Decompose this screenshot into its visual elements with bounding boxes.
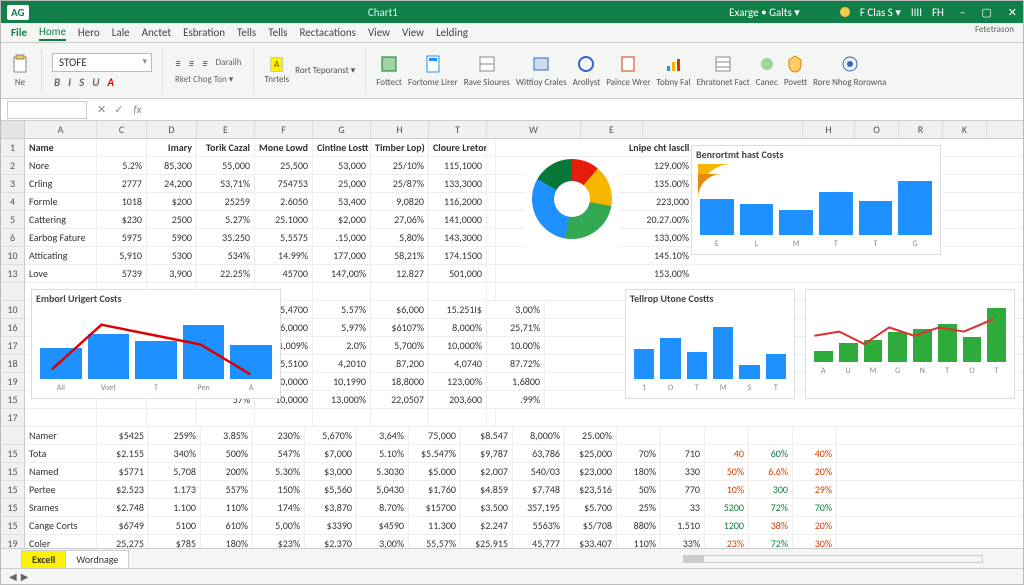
grp-wittioy[interactable]: Wittioy Crales	[516, 53, 567, 88]
name-box[interactable]	[7, 101, 87, 119]
col-headers: A C D E F G H T W E H O R K	[25, 121, 1023, 139]
paste-icon[interactable]	[9, 53, 31, 75]
title-bar: AG Chart1 Exarge • Galts ▾ F Clas S ▾ II…	[1, 1, 1023, 23]
tab-view[interactable]: View	[368, 26, 390, 39]
grp-arollyst[interactable]: Arollyst	[573, 53, 601, 88]
tab-rectacations[interactable]: Rectacations	[299, 26, 355, 39]
tab-home[interactable]: Home	[39, 25, 66, 41]
tab-lale[interactable]: Lale	[112, 26, 130, 39]
sheet-tab-excell[interactable]: Excell	[21, 550, 66, 568]
grp-paince[interactable]: Paince Wrer	[606, 53, 650, 88]
chart-green[interactable]: AUMGNTOT	[805, 289, 1015, 399]
maximize-icon[interactable]: ▢	[981, 6, 991, 19]
highlight-icon[interactable]: A	[270, 57, 283, 72]
bold-button[interactable]: B	[52, 76, 62, 89]
close-icon[interactable]: ✕	[1008, 6, 1017, 19]
grp-tobny[interactable]: Tobny Fal	[656, 53, 690, 88]
sheet-tab-wordnage[interactable]: Wordnage	[65, 550, 129, 568]
grp-povett[interactable]: Povett	[784, 53, 807, 88]
tab-anctet[interactable]: Anctet	[142, 26, 171, 39]
tab-tells[interactable]: Tells	[237, 26, 256, 39]
tab-hero[interactable]: Hero	[78, 26, 100, 39]
align-center-icon[interactable]: ≡	[186, 57, 195, 70]
formula-bar: ✕ ✓ fx	[1, 99, 1023, 121]
align-left-icon[interactable]: ≡	[173, 57, 182, 70]
font-color-icon[interactable]: A	[105, 76, 116, 89]
qat-badge: AG	[7, 5, 29, 20]
grp-rore[interactable]: Rore Nhog Rorowna	[813, 53, 886, 88]
doc-title: Chart1	[37, 6, 730, 19]
tab-esbration[interactable]: Esbration	[183, 26, 225, 39]
select-all-corner[interactable]	[1, 121, 24, 139]
tab-view2[interactable]: View	[402, 26, 424, 39]
grp-ehratonet[interactable]: Ehratonet Fact	[696, 53, 749, 88]
fx-icon[interactable]: fx	[127, 103, 147, 116]
grp-canec[interactable]: Canec	[756, 53, 778, 88]
minimize-icon[interactable]: –	[960, 6, 965, 19]
underline-button[interactable]: U	[90, 76, 101, 89]
paste-group[interactable]: Ne	[9, 53, 31, 88]
cancel-icon[interactable]: ✕	[93, 103, 110, 116]
enter-icon[interactable]: ✓	[110, 103, 127, 116]
sort-button[interactable]: Rort Teporanst ▾	[295, 65, 355, 76]
tab-lelding[interactable]: Lelding	[436, 26, 468, 39]
nav-left-icon[interactable]: ◀	[9, 570, 17, 583]
italic-button[interactable]: I	[66, 76, 73, 89]
chart-benrortmt[interactable]: Benrortmt hast Costs ELMTTG	[691, 145, 941, 255]
chart-embori[interactable]: Emborl Urigert Costs AllVoetTPenA	[31, 289, 281, 399]
nav-right-icon[interactable]: ▶	[21, 570, 29, 583]
title-center-right[interactable]: Exarge • Galts ▾	[729, 6, 800, 19]
align-right-icon[interactable]: ≡	[200, 57, 209, 70]
grp-fortome[interactable]: Fortome Lirer	[408, 53, 458, 88]
ribbon-tabs: File Home Hero Lale Anctet Esbration Tel…	[1, 23, 1023, 43]
cells[interactable]: Emborl Urigert Costs AllVoetTPenA Benror…	[25, 139, 1023, 548]
grp-fottect[interactable]: Fottect	[376, 53, 402, 88]
ribbon: Ne STOFE B I S U A ≡ ≡ ≡ Darailh Rket Ch…	[1, 43, 1023, 99]
status-bar: ◀ ▶	[1, 568, 1023, 584]
grp-rave[interactable]: Rave Sioures	[464, 53, 510, 88]
grid: 1234561013101617181915171515151515191527…	[1, 121, 1023, 548]
sheet-tabs: Excell Wordnage	[1, 548, 1023, 568]
horizontal-scrollbar[interactable]	[683, 555, 983, 563]
strike-button[interactable]: S	[77, 76, 86, 89]
align-group: ≡ ≡ ≡ Darailh Rket Chog Ton ▾	[173, 57, 243, 85]
formula-input[interactable]	[148, 104, 1023, 116]
tab-tells2[interactable]: Tells	[268, 26, 287, 39]
chart-donut[interactable]	[525, 159, 619, 259]
alignment-button[interactable]: Darailh	[213, 57, 243, 70]
chart-tellrop[interactable]: Tellrop Utone Costts 1OTMST	[625, 289, 795, 399]
status-dot-icon	[840, 7, 850, 17]
row-headers: 1234561013101617181915171515151515191527…	[1, 121, 25, 548]
font-name-select[interactable]: STOFE	[52, 53, 152, 72]
class-dropdown[interactable]: F Clas S ▾	[860, 6, 901, 19]
font-block: STOFE B I S U A	[52, 53, 152, 89]
tab-file[interactable]: File	[11, 26, 27, 39]
format-painter-button[interactable]: Rket Chog Ton ▾	[173, 74, 243, 85]
